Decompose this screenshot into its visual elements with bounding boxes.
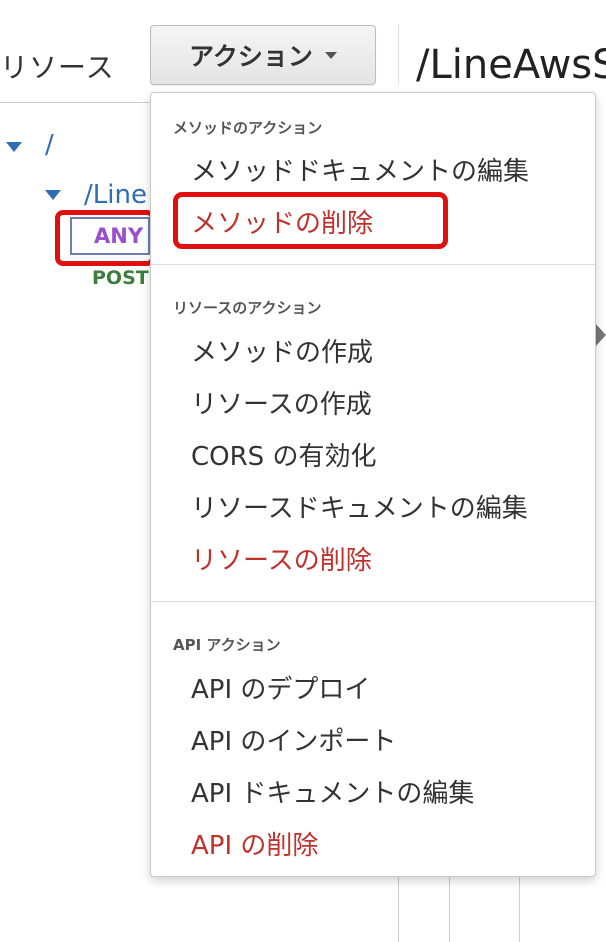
menu-item-edit-resource-doc[interactable]: リソースドキュメントの編集 <box>191 488 528 525</box>
menu-item-import-api[interactable]: API のインポート <box>191 721 396 758</box>
method-post[interactable]: POST <box>92 267 149 289</box>
menu-item-enable-cors[interactable]: CORS の有効化 <box>191 436 376 473</box>
resources-panel-label: リソース <box>0 51 115 84</box>
menu-item-edit-method-doc[interactable]: メソッドドキュメントの編集 <box>191 151 529 188</box>
tree-item-line-resource[interactable]: /Line <box>84 180 147 210</box>
tree-item-root[interactable]: / <box>45 130 54 160</box>
section-title-api-actions: API アクション <box>173 636 281 654</box>
header-vertical-divider <box>398 25 399 85</box>
menu-divider <box>151 264 595 265</box>
actions-button-label: アクション <box>189 42 313 71</box>
menu-item-deploy-api[interactable]: API のデプロイ <box>191 669 370 706</box>
actions-button[interactable]: アクション <box>150 25 376 85</box>
menu-item-delete-resource[interactable]: リソースの削除 <box>191 540 372 577</box>
menu-item-create-resource[interactable]: リソースの作成 <box>191 384 372 421</box>
menu-item-delete-api[interactable]: API の削除 <box>191 825 318 862</box>
menu-item-create-method[interactable]: メソッドの作成 <box>191 332 373 369</box>
bg-column-line <box>398 875 399 942</box>
bg-column-line <box>449 875 450 942</box>
section-title-method-actions: メソッドのアクション <box>173 119 323 137</box>
highlight-box-any <box>55 210 155 266</box>
tree-expand-child-icon[interactable] <box>45 190 61 200</box>
page-title: /LineAwsS <box>416 42 606 88</box>
bg-column-line <box>519 875 520 942</box>
tree-expand-root-icon[interactable] <box>6 142 22 152</box>
header-divider <box>0 102 160 103</box>
menu-divider <box>151 601 595 602</box>
chevron-down-icon <box>324 51 337 59</box>
menu-item-edit-api-doc[interactable]: API ドキュメントの編集 <box>191 773 474 810</box>
section-title-resource-actions: リソースのアクション <box>173 299 322 317</box>
highlight-box-delete-method <box>173 192 448 249</box>
